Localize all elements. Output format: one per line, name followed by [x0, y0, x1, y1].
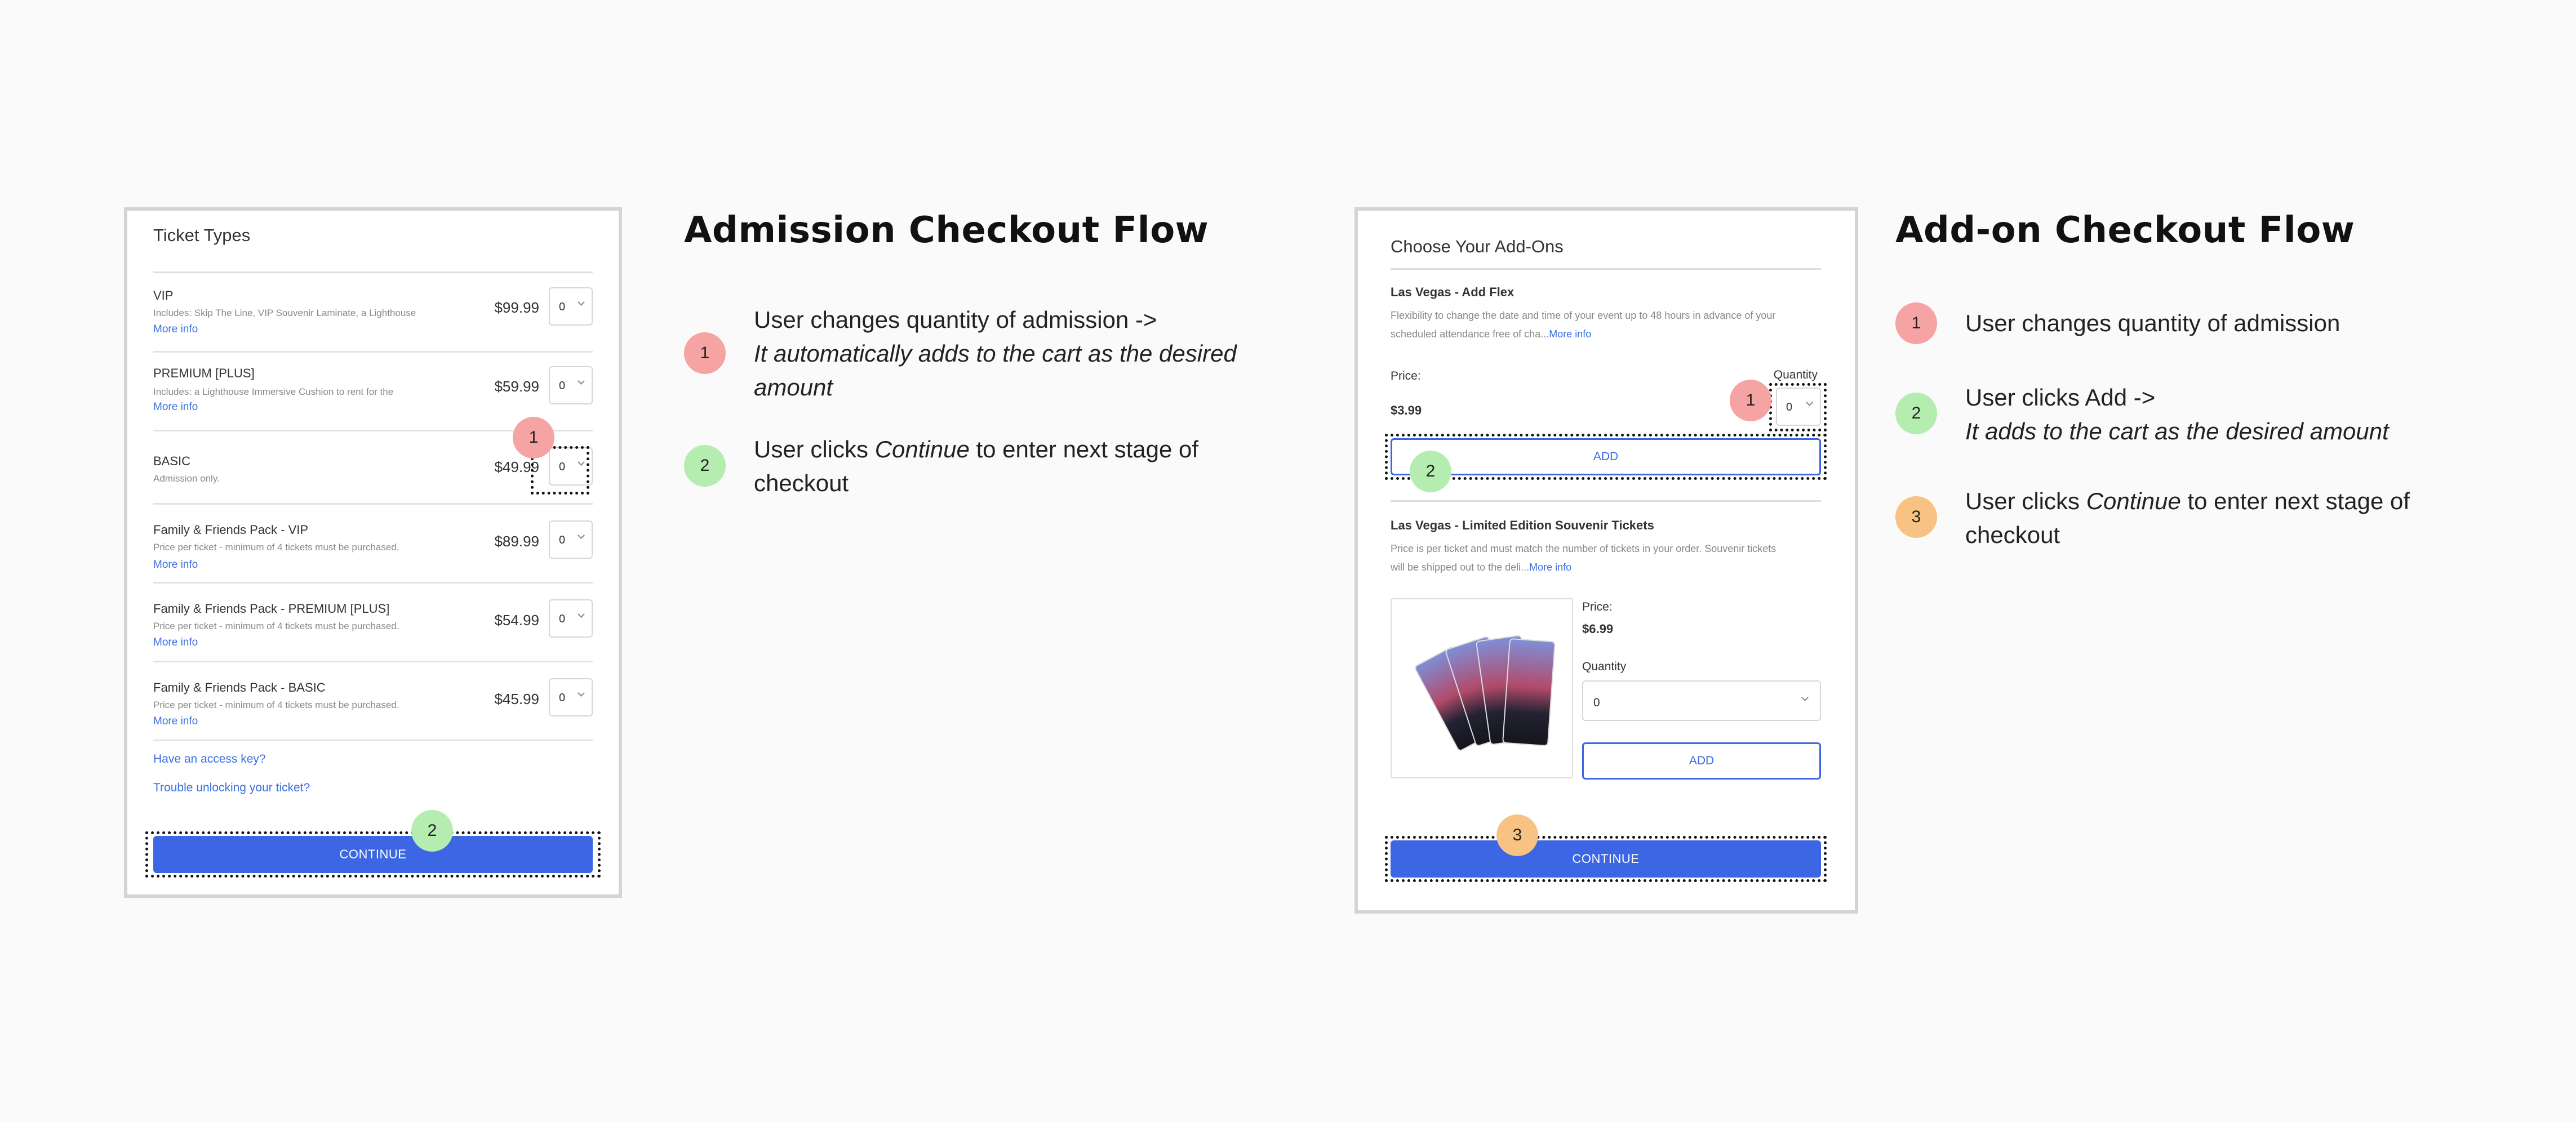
step-description: User clicks [754, 436, 875, 462]
step-badge: 2 [1410, 451, 1451, 492]
ticket-types-panel: Ticket Types VIP Includes: Skip The Line… [124, 207, 622, 898]
step-text: User clicks Continue to enter next stage… [754, 433, 1261, 500]
quantity-value: 0 [1593, 696, 1600, 709]
souvenir-quantity-select[interactable]: 0 [1582, 680, 1821, 721]
add-ons-panel: Choose Your Add-Ons Las Vegas - Add Flex… [1354, 207, 1858, 914]
chevron-down-icon [578, 299, 585, 306]
step-emphasis: It adds to the cart as the desired amoun… [1965, 418, 2389, 444]
ticket-price: $89.99 [494, 533, 539, 550]
addon-description: Price is per ticket and must match the n… [1391, 540, 1785, 577]
divider [153, 271, 593, 273]
ticket-price: $99.99 [494, 299, 539, 316]
quantity-value: 0 [559, 380, 566, 392]
step-text: User changes quantity of admission -> It… [754, 303, 1261, 404]
quantity-value: 0 [559, 692, 566, 704]
step-description: User clicks Add -> [1965, 384, 2156, 411]
step-emphasis: Continue [2086, 488, 2181, 514]
addon-description: Flexibility to change the date and time … [1391, 306, 1785, 344]
more-info-link[interactable]: More info [153, 323, 198, 336]
more-info-link[interactable]: More info [153, 636, 198, 649]
ticket-name: Family & Friends Pack - BASIC [153, 680, 326, 694]
step-badge: 1 [513, 417, 554, 458]
chevron-down-icon [578, 689, 585, 697]
step-description: User clicks [1965, 488, 2086, 514]
step-badge: 2 [1895, 393, 1937, 434]
quantity-select[interactable]: 0 [549, 366, 593, 404]
addon-price: $6.99 [1582, 622, 1614, 636]
price-label: Price: [1582, 600, 1613, 613]
ticket-description: Includes: a Lighthouse Immersive Cushion… [153, 386, 394, 397]
continue-button[interactable]: CONTINUE [153, 836, 593, 873]
step-text: User clicks Continue to enter next stage… [1965, 484, 2472, 552]
ticket-name: Family & Friends Pack - VIP [153, 523, 309, 537]
step-badge: 2 [411, 810, 453, 852]
step-emphasis: Continue [874, 436, 970, 462]
divider [1391, 500, 1821, 502]
quantity-select[interactable]: 0 [549, 678, 593, 716]
more-info-link[interactable]: More info [153, 559, 198, 571]
step-description: User changes quantity of admission [1965, 310, 2340, 336]
price-label: Price: [1391, 369, 1421, 382]
ticket-row: VIP Includes: Skip The Line, VIP Souveni… [153, 274, 593, 353]
step-badge: 1 [684, 332, 726, 374]
ticket-description: Admission only. [153, 473, 220, 484]
ticket-name: BASIC [153, 454, 191, 468]
quantity-select[interactable]: 0 [549, 520, 593, 559]
quantity-value: 0 [559, 613, 566, 625]
highlight-quantity [1769, 383, 1827, 431]
step-emphasis: It automatically adds to the cart as the… [754, 340, 1237, 400]
ticket-description: Price per ticket - minimum of 4 tickets … [153, 700, 399, 710]
ticket-name: PREMIUM [PLUS] [153, 366, 255, 380]
ticket-price: $59.99 [494, 378, 539, 395]
divider [1391, 268, 1821, 270]
quantity-label: Quantity [1773, 368, 1818, 381]
more-info-link[interactable]: More info [1529, 562, 1571, 573]
ticket-price: $45.99 [494, 691, 539, 707]
ticket-description: Includes: Skip The Line, VIP Souvenir La… [153, 308, 416, 318]
quantity-select[interactable]: 0 [549, 287, 593, 326]
step-badge: 3 [1496, 814, 1538, 856]
step-text: User clicks Add -> It adds to the cart a… [1965, 381, 2529, 448]
panel-title: Ticket Types [153, 225, 251, 245]
ticket-description: Price per ticket - minimum of 4 tickets … [153, 542, 399, 553]
ticket-row: Family & Friends Pack - BASIC Price per … [153, 662, 593, 741]
chevron-down-icon [578, 377, 585, 385]
quantity-label: Quantity [1582, 660, 1627, 673]
quantity-select[interactable]: 0 [549, 599, 593, 638]
trouble-unlocking-link[interactable]: Trouble unlocking your ticket? [153, 781, 310, 795]
ticket-row: Family & Friends Pack - VIP Price per ti… [153, 505, 593, 584]
add-souvenir-button[interactable]: ADD [1582, 742, 1821, 780]
addon-price: $3.99 [1391, 403, 1422, 417]
step-badge: 2 [684, 445, 726, 487]
access-key-link[interactable]: Have an access key? [153, 753, 266, 766]
panel-title: Choose Your Add-Ons [1391, 237, 1564, 256]
ticket-name: VIP [153, 288, 174, 302]
addon-name: Las Vegas - Add Flex [1391, 285, 1514, 299]
quantity-value: 0 [559, 301, 566, 313]
step-badge: 1 [1895, 302, 1937, 344]
souvenir-ticket-image [1391, 598, 1573, 778]
addon-name: Las Vegas - Limited Edition Souvenir Tic… [1391, 518, 1654, 532]
addon-description-text: Price is per ticket and must match the n… [1391, 543, 1776, 573]
step-description: User changes quantity of admission -> [754, 306, 1157, 333]
admission-flow-heading: Admission Checkout Flow [684, 210, 1209, 251]
ticket-description: Price per ticket - minimum of 4 tickets … [153, 621, 399, 631]
more-info-link[interactable]: More info [153, 715, 198, 728]
step-text: User changes quantity of admission [1965, 306, 2472, 340]
ticket-row: Family & Friends Pack - PREMIUM [PLUS] P… [153, 584, 593, 662]
quantity-value: 0 [559, 534, 566, 546]
more-info-link[interactable]: More info [153, 401, 198, 413]
ticket-name: Family & Friends Pack - PREMIUM [PLUS] [153, 602, 390, 616]
continue-button[interactable]: CONTINUE [1391, 840, 1821, 878]
step-badge: 3 [1895, 496, 1937, 538]
ticket-price: $54.99 [494, 612, 539, 629]
more-info-link[interactable]: More info [1549, 328, 1591, 340]
addon-flow-heading: Add-on Checkout Flow [1895, 210, 2355, 251]
chevron-down-icon [578, 611, 585, 618]
souvenir-tickets-illustration [1415, 635, 1556, 751]
add-flex-button[interactable]: ADD [1391, 438, 1821, 475]
chevron-down-icon [1801, 694, 1809, 701]
step-badge: 1 [1730, 380, 1771, 421]
chevron-down-icon [578, 532, 585, 539]
